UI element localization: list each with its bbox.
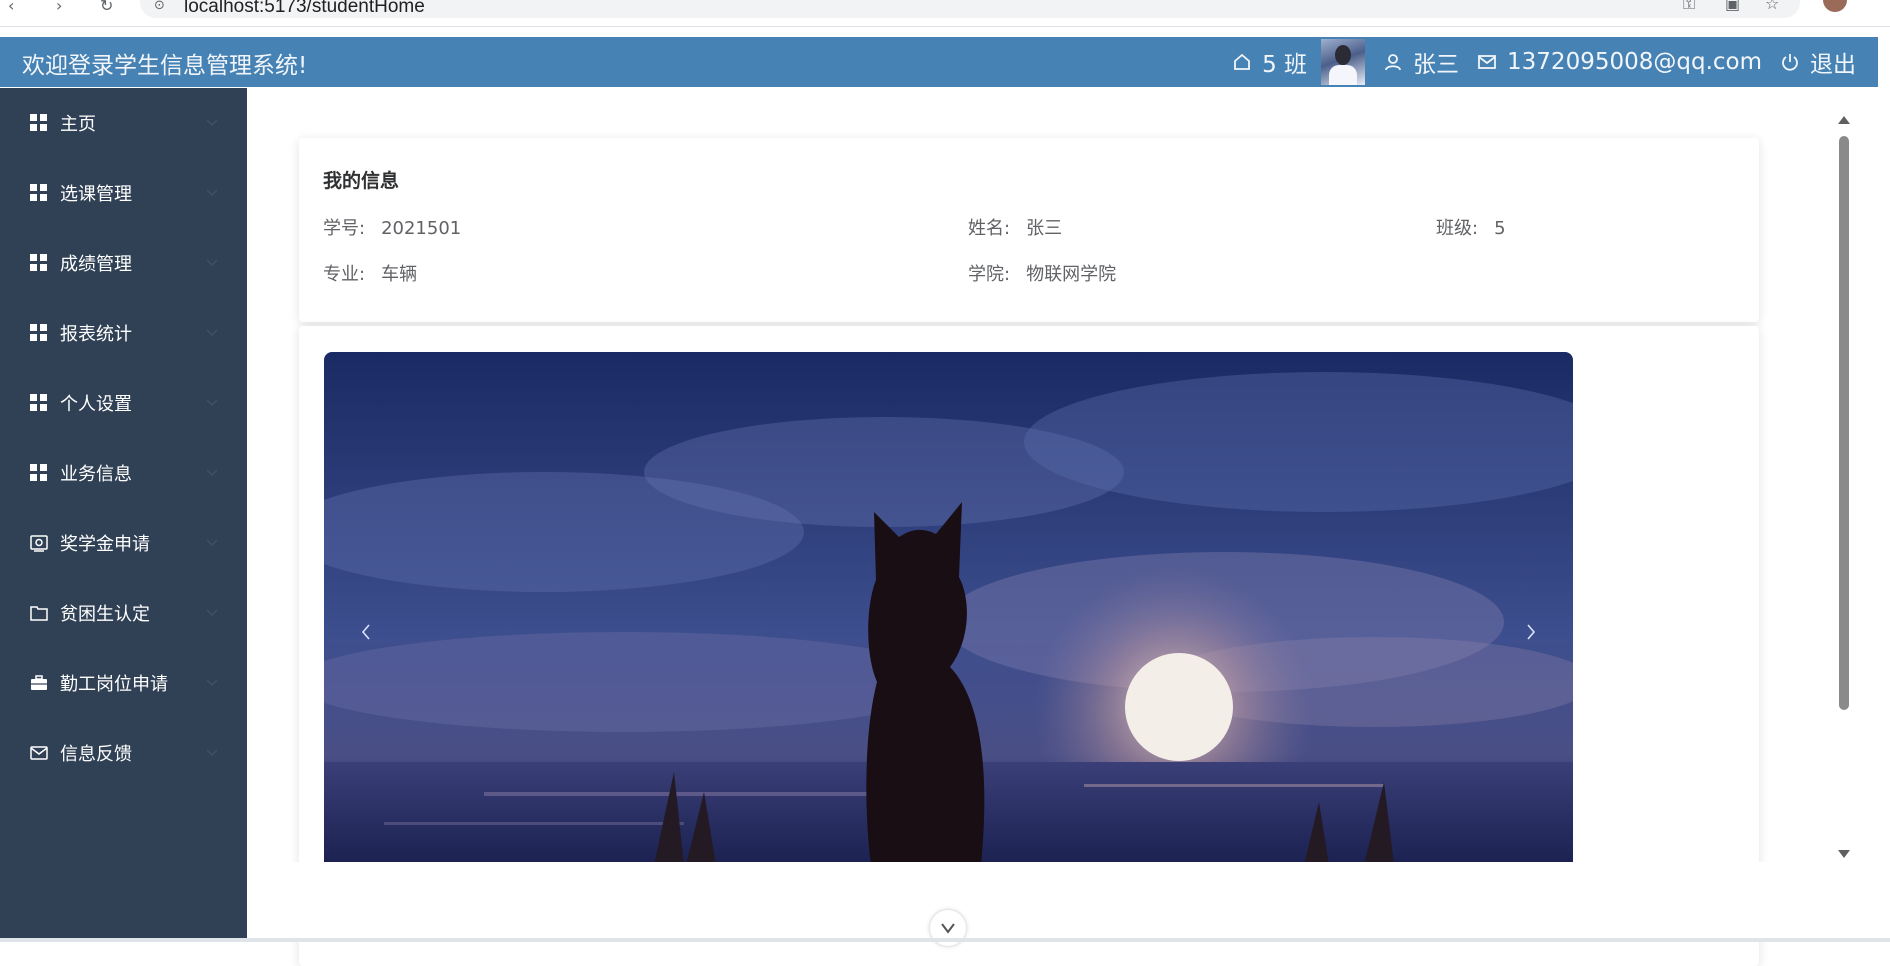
url-text: localhost:5173/studentHome	[184, 0, 425, 17]
chevron-down-icon	[941, 923, 955, 934]
carousel-prev-button[interactable]	[348, 614, 384, 650]
home-icon	[1234, 53, 1250, 70]
grid-icon	[30, 324, 47, 341]
page-footer-area	[247, 862, 1878, 942]
scroll-up-arrow-icon[interactable]	[1838, 116, 1850, 124]
field-label: 学号:	[323, 218, 366, 239]
chevron-down-icon	[206, 399, 218, 407]
field-value: 物联网学院	[1026, 264, 1117, 285]
class-label: 5 班	[1262, 52, 1308, 78]
mail-icon	[30, 746, 48, 760]
sidebar-item-label: 报表统计	[60, 324, 132, 345]
sidebar-item-label: 主页	[60, 114, 96, 135]
sidebar-item-course-selection[interactable]: 选课管理	[0, 158, 247, 228]
power-icon	[1782, 54, 1798, 71]
field-value: 5	[1494, 218, 1506, 239]
back-icon[interactable]: ‹	[8, 0, 14, 15]
chevron-down-icon	[206, 259, 218, 267]
chevron-down-icon	[206, 539, 218, 547]
chevron-down-icon	[206, 119, 218, 127]
grid-icon	[30, 184, 47, 201]
field-label: 班级:	[1436, 218, 1479, 239]
scroll-down-arrow-icon[interactable]	[1838, 850, 1850, 858]
sidebar-item-label: 成绩管理	[60, 254, 132, 275]
sidebar-item-settings[interactable]: 个人设置	[0, 368, 247, 438]
address-bar[interactable]: ⊙ localhost:5173/studentHome	[140, 0, 1800, 18]
app-header: 欢迎登录学生信息管理系统! 5 班 张三 1372095008@qq.com 退…	[0, 37, 1878, 87]
chevron-down-icon	[206, 749, 218, 757]
logout-label: 退出	[1810, 52, 1856, 78]
field-value: 张三	[1026, 218, 1063, 239]
user-icon	[1385, 54, 1401, 71]
major-field: 专业: 车辆	[323, 260, 417, 286]
folder-icon	[30, 606, 48, 621]
field-value: 2021501	[381, 218, 462, 239]
scrollbar-thumb[interactable]	[1839, 136, 1849, 710]
sidebar-item-work-study[interactable]: 勤工岗位申请	[0, 648, 247, 718]
grid-icon	[30, 394, 47, 411]
chevron-down-icon	[206, 679, 218, 687]
translate-icon[interactable]: ▣	[1725, 0, 1740, 13]
sidebar-item-label: 业务信息	[60, 464, 132, 485]
sidebar: 主页 选课管理 成绩管理 报表统计 个人设置 业务信息 奖学金申请 贫困生认定	[0, 88, 247, 942]
grid-icon	[30, 254, 47, 271]
sidebar-item-business-info[interactable]: 业务信息	[0, 438, 247, 508]
browser-toolbar: ‹ › ↻ ⊙ localhost:5173/studentHome ⚿ ▣ ☆	[0, 0, 1890, 27]
field-label: 姓名:	[968, 218, 1011, 239]
sidebar-item-scholarship[interactable]: 奖学金申请	[0, 508, 247, 578]
grid-icon	[30, 114, 47, 131]
vertical-scrollbar[interactable]	[1831, 112, 1857, 864]
grid-icon	[30, 464, 47, 481]
sidebar-item-reports[interactable]: 报表统计	[0, 298, 247, 368]
sidebar-item-label: 信息反馈	[60, 744, 132, 765]
sidebar-item-label: 勤工岗位申请	[60, 674, 168, 695]
forward-icon[interactable]: ›	[56, 0, 62, 15]
sidebar-item-label: 个人设置	[60, 394, 132, 415]
class-indicator: 5 班	[1232, 45, 1307, 79]
college-field: 学院: 物联网学院	[968, 260, 1116, 286]
sidebar-item-grades[interactable]: 成绩管理	[0, 228, 247, 298]
window-bottom-border	[0, 938, 1890, 942]
name-field: 姓名: 张三	[968, 214, 1062, 240]
sidebar-item-label: 贫困生认定	[60, 604, 150, 625]
my-info-card: 我的信息 学号: 2021501 姓名: 张三 班级: 5 专业: 车辆 学院: 物联网学…	[299, 138, 1759, 322]
chevron-down-icon	[206, 609, 218, 617]
sidebar-item-feedback[interactable]: 信息反馈	[0, 718, 247, 788]
header-user-panel: 5 班 张三 1372095008@qq.com 退出	[1222, 37, 1856, 87]
main-content: 我的信息 学号: 2021501 姓名: 张三 班级: 5 专业: 车辆 学院: 物联网学…	[247, 88, 1878, 966]
avatar[interactable]	[1321, 39, 1366, 85]
sidebar-item-home[interactable]: 主页	[0, 88, 247, 158]
user-name: 张三	[1413, 52, 1460, 78]
field-value: 车辆	[381, 264, 418, 285]
chevron-down-icon	[206, 189, 218, 197]
chevron-down-icon	[206, 469, 218, 477]
carousel-slide	[324, 352, 1573, 865]
profile-avatar[interactable]	[1823, 0, 1847, 12]
chevron-left-icon	[361, 624, 370, 640]
class-field: 班级: 5	[1436, 214, 1506, 240]
logout-button[interactable]: 退出	[1780, 45, 1856, 79]
sidebar-item-label: 选课管理	[60, 184, 132, 205]
mail-icon	[1478, 55, 1496, 69]
bookmark-star-icon[interactable]: ☆	[1765, 0, 1779, 13]
welcome-title: 欢迎登录学生信息管理系统!	[22, 53, 308, 79]
key-icon[interactable]: ⚿	[1683, 0, 1695, 14]
card-title: 我的信息	[323, 170, 400, 192]
cat-moon-illustration	[324, 352, 1573, 865]
student-id-field: 学号: 2021501	[323, 214, 461, 240]
money-icon	[30, 535, 48, 552]
user-email: 1372095008@qq.com	[1507, 49, 1762, 75]
reload-icon[interactable]: ↻	[100, 0, 113, 15]
briefcase-icon	[31, 675, 47, 690]
user-name-item: 张三	[1383, 45, 1459, 79]
site-info-icon[interactable]: ⊙	[154, 0, 165, 13]
sidebar-item-poverty-certification[interactable]: 贫困生认定	[0, 578, 247, 648]
email-item: 1372095008@qq.com	[1477, 49, 1762, 75]
chevron-right-icon	[1527, 624, 1536, 640]
field-label: 专业:	[323, 264, 366, 285]
chevron-down-icon	[206, 329, 218, 337]
field-label: 学院:	[968, 264, 1011, 285]
carousel-next-button[interactable]	[1513, 614, 1549, 650]
sidebar-item-label: 奖学金申请	[60, 534, 150, 555]
